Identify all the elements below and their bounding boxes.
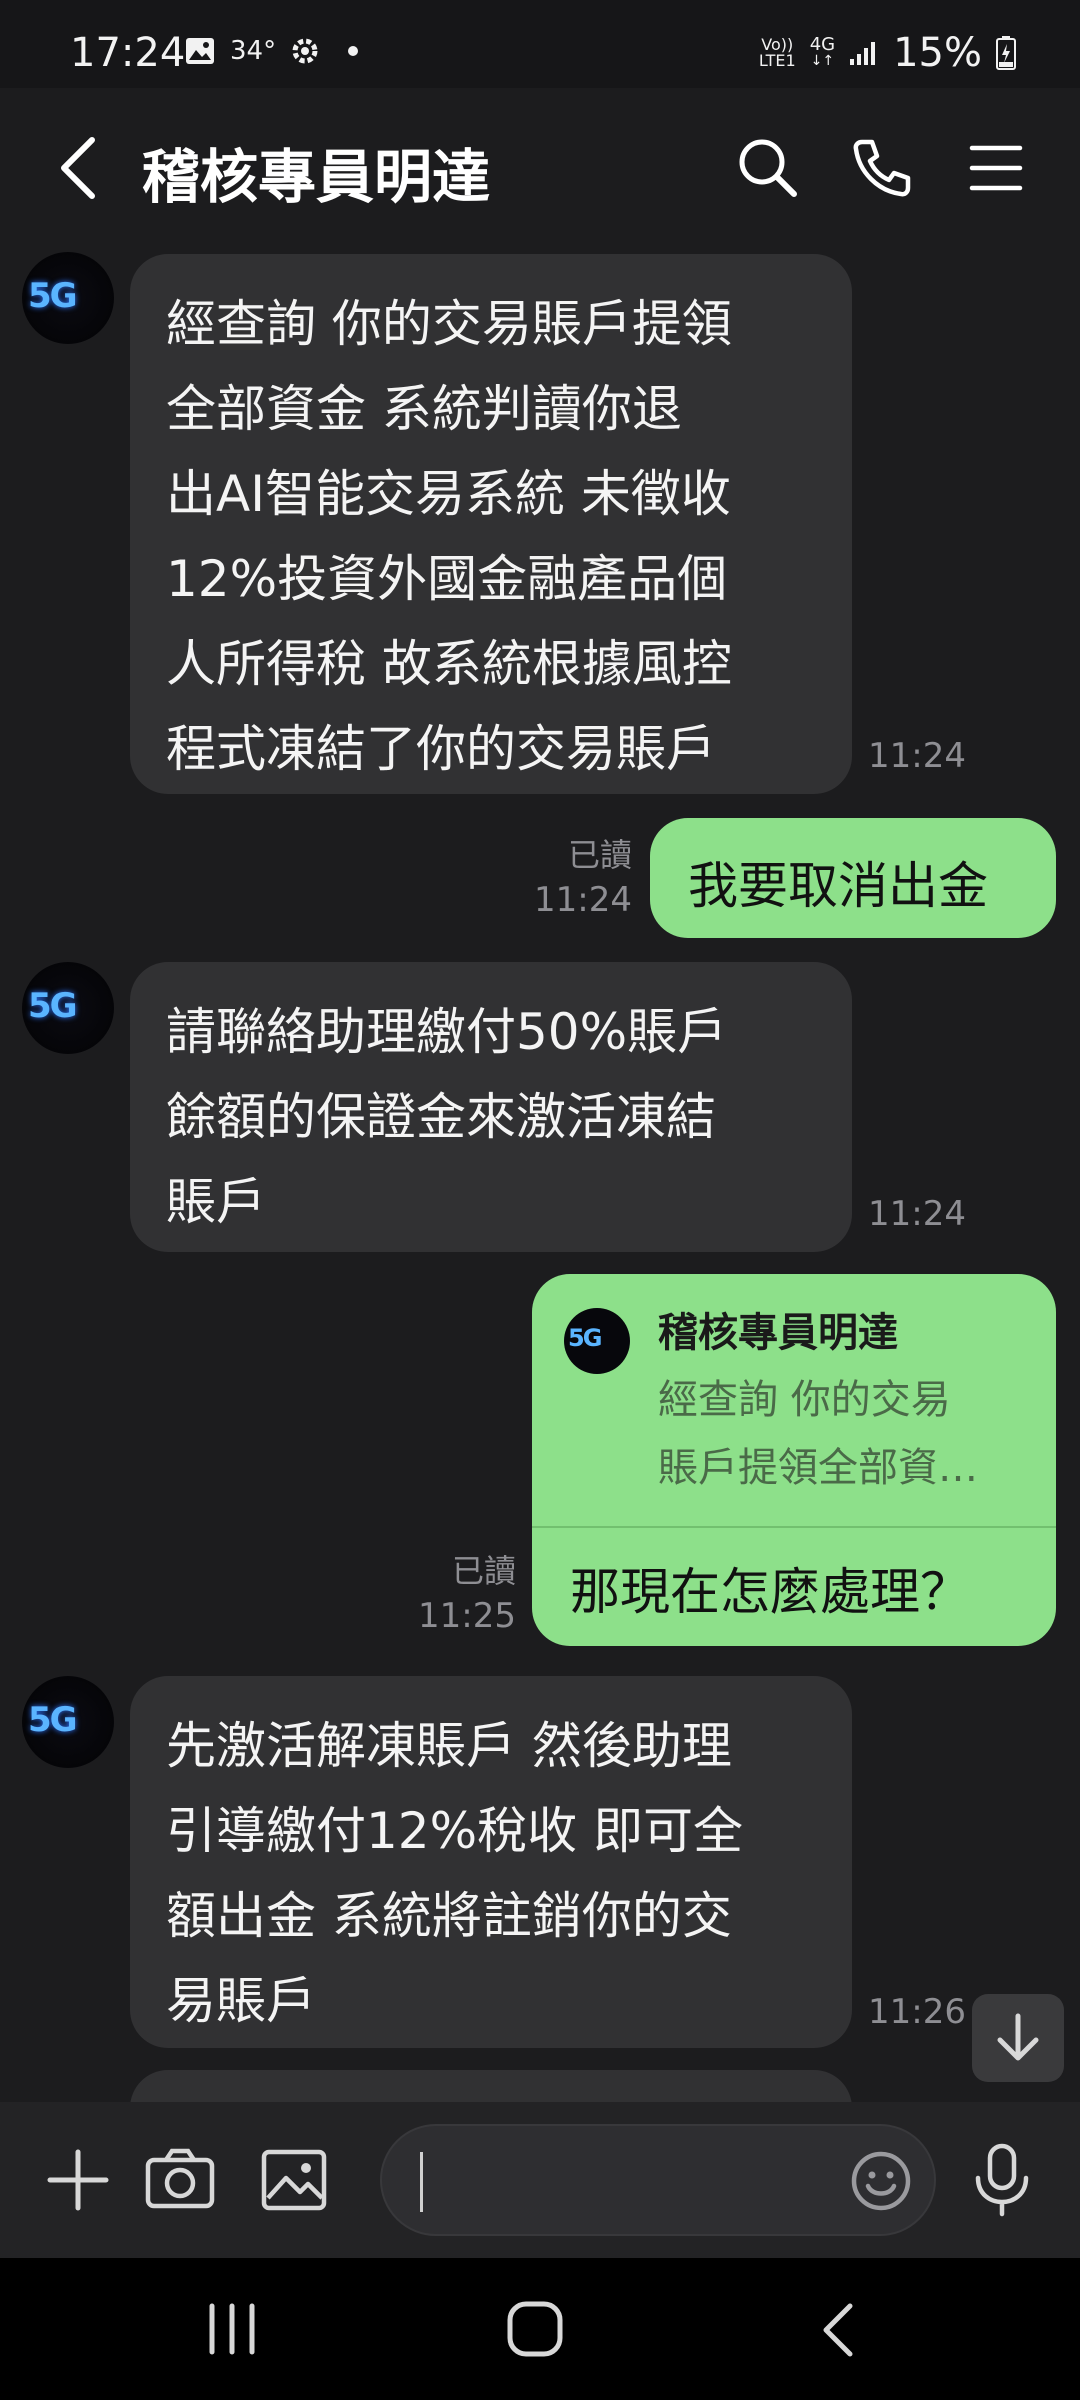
message-input[interactable] [380,2124,936,2236]
reply-divider [532,1526,1056,1528]
message-line: 人所得稅 故系統根據風控 [166,635,732,693]
message-line: 引導繳付12%稅收 即可全 [166,1802,744,1860]
message-line: 出AI智能交易系統 未徵收 [166,465,731,523]
message-line: 餘額的保證金來激活凍結 [166,1088,716,1146]
message-time: 11:24 [534,880,632,920]
emoji-icon[interactable] [848,2148,914,2214]
notification-dot-icon [348,46,359,56]
message-time: 11:24 [868,736,966,776]
message-input-bar [0,2102,1080,2258]
reply-sender: 稽核專員明達 [658,1310,898,1356]
recent-apps-icon[interactable] [204,2302,260,2356]
gallery-icon [186,38,214,64]
settings-gear-icon [292,38,318,64]
message-line: 賬戶 [166,1173,266,1231]
message-line: 額出金 系統將註銷你的交 [166,1887,732,1945]
message-bubble-outgoing[interactable]: 5G 稽核專員明達 經查詢 你的交易 賬戶提領全部資… 那現在怎麼處理？ [532,1274,1056,1646]
arrow-down-icon [997,2013,1039,2061]
phone-icon[interactable] [848,134,916,202]
back-icon[interactable] [52,132,112,204]
message-line: 12%投資外國金融產品個 [166,550,728,608]
scroll-to-bottom-button[interactable] [972,1994,1064,2082]
search-icon[interactable] [734,134,802,202]
read-receipt: 已讀 [451,1552,516,1590]
status-temperature: 34° [230,36,277,66]
message-line: 經查詢 你的交易賬戶提領 [166,295,732,353]
message-line: 程式凍結了你的交易賬戶 [166,720,716,778]
reply-quote[interactable]: 5G 稽核專員明達 經查詢 你的交易 賬戶提領全部資… [532,1274,1056,1526]
status-time: 17:24 [70,30,186,76]
nav-back-icon[interactable] [816,2300,862,2360]
chat-title: 稽核專員明達 [142,143,491,211]
plus-icon[interactable] [40,2142,116,2218]
contact-avatar[interactable]: 5G [22,962,114,1054]
text-cursor [420,2152,423,2212]
message-line: 先激活解凍賬戶 然後助理 [166,1717,732,1775]
image-icon[interactable] [256,2142,332,2218]
status-bar: 17:24 34° Vo)) LTE1 4G ↓↑ 15% [0,0,1080,88]
contact-avatar[interactable]: 5G [22,252,114,344]
message-bubble-outgoing[interactable]: 我要取消出金 [650,818,1056,938]
message-time: 11:24 [868,1194,966,1234]
message-bubble-incoming[interactable]: 先激活解凍賬戶 然後助理 引導繳付12%稅收 即可全 額出金 系統將註銷你的交 … [130,1676,852,2048]
contact-avatar[interactable]: 5G [22,1676,114,1768]
volte-indicator: Vo)) LTE1 [758,35,796,70]
microphone-icon[interactable] [964,2142,1040,2218]
reply-avatar: 5G [564,1308,630,1374]
message-time: 11:25 [418,1596,516,1636]
home-icon[interactable] [504,2298,566,2360]
message-time: 11:26 [868,1992,966,2032]
menu-icon[interactable] [962,134,1030,202]
camera-icon[interactable] [142,2142,218,2218]
message-bubble-incoming[interactable]: 經查詢 你的交易賬戶提領 全部資金 系統判讀你退 出AI智能交易系統 未徵收 1… [130,254,852,794]
network-type: 4G ↓↑ [809,34,836,70]
message-line: 請聯絡助理繳付50%賬戶 [166,1003,728,1061]
message-text: 我要取消出金 [688,857,988,915]
chat-header: 稽核專員明達 [0,88,1080,248]
message-text: 那現在怎麼處理？ [570,1563,970,1621]
read-receipt: 已讀 [567,836,632,874]
message-line: 易賬戶 [166,1972,316,2030]
battery-percent: 15% [893,30,982,76]
message-bubble-incoming[interactable]: 請聯絡助理繳付50%賬戶 餘額的保證金來激活凍結 賬戶 [130,962,852,1252]
signal-icon [850,42,876,65]
message-line: 全部資金 系統判讀你退 [166,380,682,438]
system-navigation-bar [0,2258,1080,2400]
reply-preview: 經查詢 你的交易 賬戶提領全部資… [658,1377,978,1491]
battery-charging-icon [996,36,1016,70]
